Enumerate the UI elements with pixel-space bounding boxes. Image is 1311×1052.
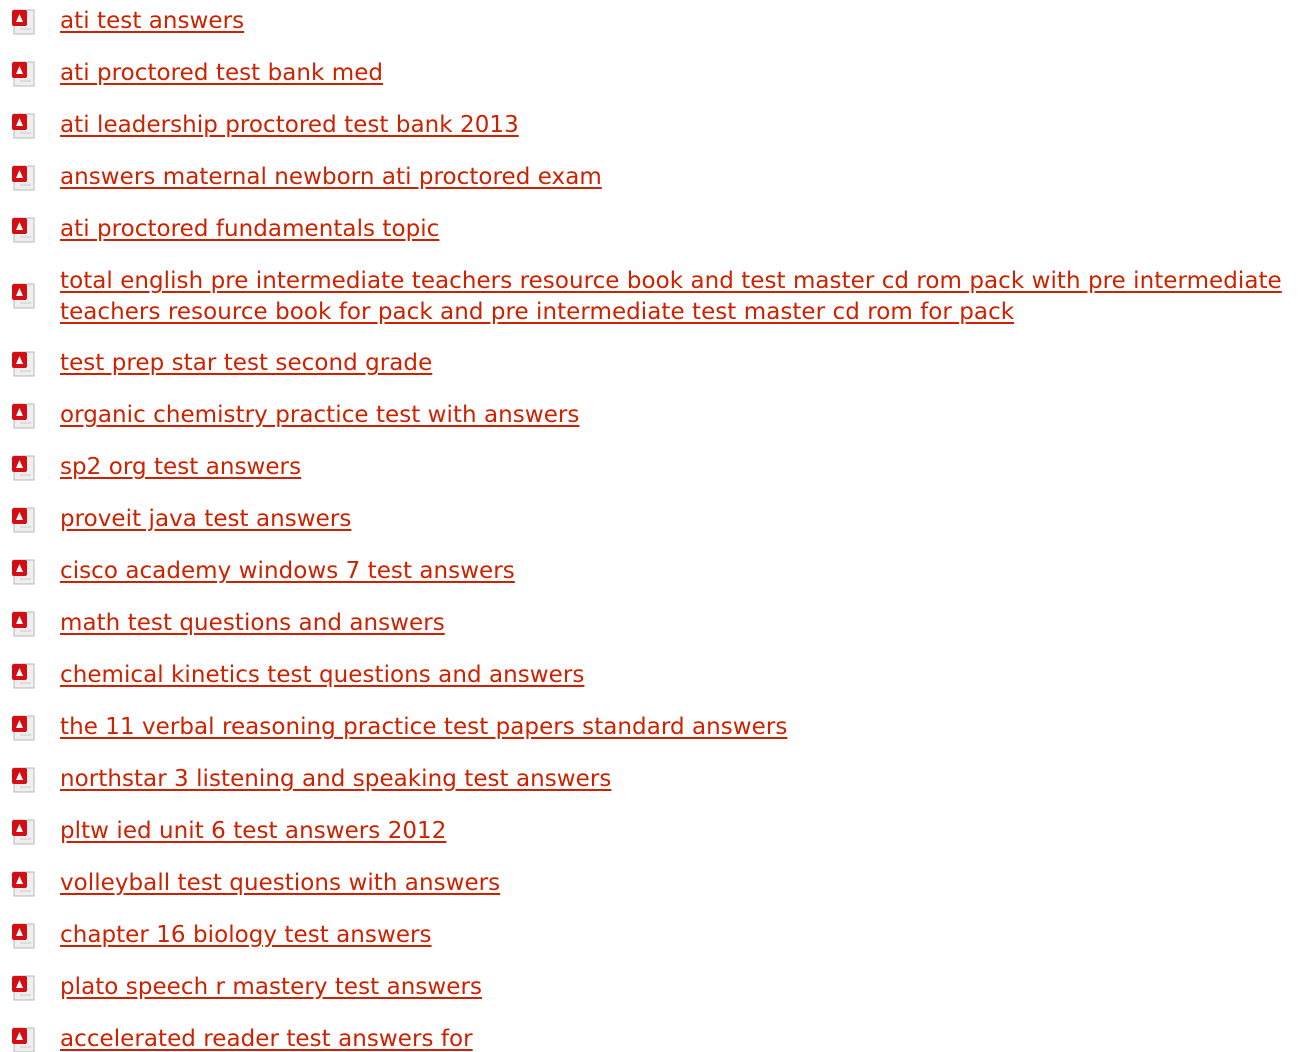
pdf-document-icon — [10, 766, 38, 794]
pdf-link[interactable]: ati test answers — [60, 6, 1303, 37]
pdf-link[interactable]: proveit java test answers — [60, 504, 1303, 535]
pdf-document-icon — [10, 506, 38, 534]
pdf-document-icon — [10, 870, 38, 898]
pdf-document-icon — [10, 714, 38, 742]
pdf-link[interactable]: cisco academy windows 7 test answers — [60, 556, 1303, 587]
pdf-document-icon — [10, 60, 38, 88]
pdf-document-icon — [10, 8, 38, 36]
pdf-link[interactable]: the 11 verbal reasoning practice test pa… — [60, 712, 1303, 743]
pdf-document-icon — [10, 974, 38, 1002]
pdf-link[interactable]: ati proctored test bank med — [60, 58, 1303, 89]
pdf-link[interactable]: ati proctored fundamentals topic — [60, 214, 1303, 245]
pdf-document-icon — [10, 818, 38, 846]
pdf-link[interactable]: total english pre intermediate teachers … — [60, 266, 1303, 328]
pdf-link[interactable]: organic chemistry practice test with ans… — [60, 400, 1303, 431]
pdf-document-icon — [10, 402, 38, 430]
pdf-document-icon — [10, 112, 38, 140]
pdf-link[interactable]: ati leadership proctored test bank 2013 — [60, 110, 1303, 141]
pdf-link[interactable]: sp2 org test answers — [60, 452, 1303, 483]
pdf-document-icon — [10, 216, 38, 244]
pdf-link[interactable]: volleyball test questions with answers — [60, 868, 1303, 899]
pdf-link[interactable]: math test questions and answers — [60, 608, 1303, 639]
pdf-link[interactable]: test prep star test second grade — [60, 348, 1303, 379]
pdf-document-icon — [10, 662, 38, 690]
pdf-document-icon — [10, 350, 38, 378]
pdf-link[interactable]: pltw ied unit 6 test answers 2012 — [60, 816, 1303, 847]
pdf-document-icon — [10, 922, 38, 950]
pdf-link[interactable]: answers maternal newborn ati proctored e… — [60, 162, 1303, 193]
pdf-document-icon — [10, 1026, 38, 1052]
pdf-link-list: ati test answers ati proctored test bank… — [0, 0, 1311, 1052]
pdf-document-icon — [10, 610, 38, 638]
pdf-document-icon — [10, 282, 38, 310]
pdf-document-icon — [10, 164, 38, 192]
pdf-link[interactable]: chapter 16 biology test answers — [60, 920, 1303, 951]
pdf-link[interactable]: plato speech r mastery test answers — [60, 972, 1303, 1003]
pdf-link[interactable]: northstar 3 listening and speaking test … — [60, 764, 1303, 795]
pdf-document-icon — [10, 558, 38, 586]
pdf-link[interactable]: accelerated reader test answers for — [60, 1024, 1303, 1052]
pdf-document-icon — [10, 454, 38, 482]
pdf-link[interactable]: chemical kinetics test questions and ans… — [60, 660, 1303, 691]
